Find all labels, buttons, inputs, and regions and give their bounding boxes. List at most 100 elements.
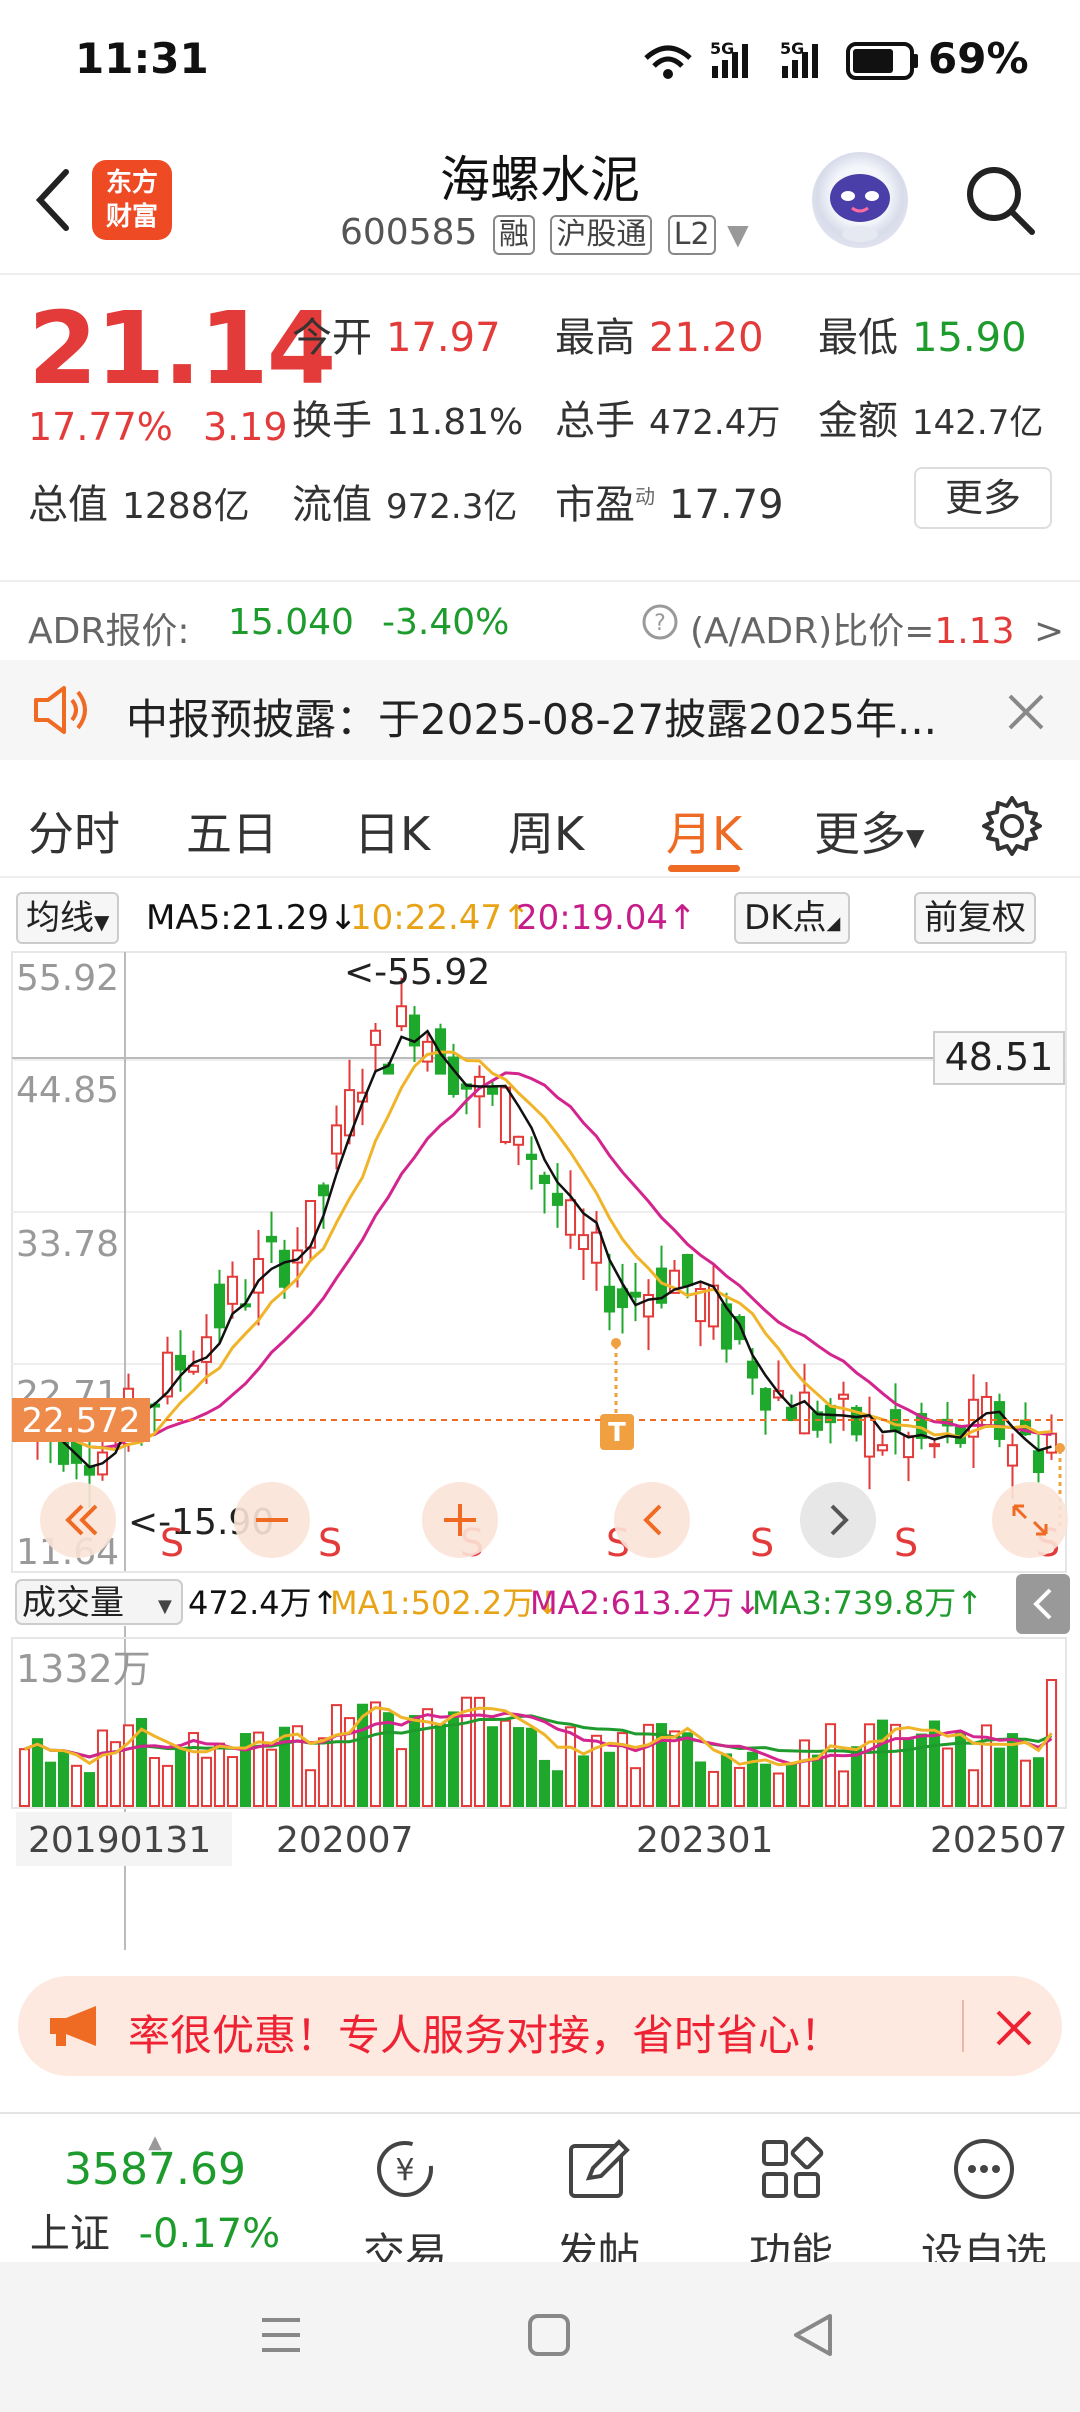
scroll-left-fast-button[interactable] bbox=[40, 1482, 116, 1558]
volume-max-label: 1332万 bbox=[16, 1647, 151, 1691]
settings-gear-icon[interactable] bbox=[980, 794, 1044, 858]
volume-bar bbox=[720, 1753, 733, 1808]
promo-close-icon[interactable] bbox=[994, 2008, 1034, 2048]
adr-ratio-label: (A/ADR)比价= bbox=[690, 611, 935, 652]
high-value: 21.20 bbox=[649, 315, 764, 361]
volume-bar bbox=[395, 1748, 408, 1807]
y-tick: 33.78 bbox=[16, 1224, 119, 1265]
volume-bar bbox=[629, 1767, 642, 1808]
kline-chart[interactable]: 48.51 55.92 44.85 33.78 22.71 11.64 22.5… bbox=[0, 950, 1080, 1960]
candle-body bbox=[928, 1443, 941, 1448]
stock-code: 600585 bbox=[340, 212, 478, 253]
sell-marker: S bbox=[894, 1521, 918, 1565]
volume-bar bbox=[1045, 1679, 1058, 1807]
dropdown-caret-icon: ▼ bbox=[727, 218, 749, 251]
crosshair-price: 48.51 bbox=[945, 1035, 1054, 1079]
home-icon[interactable] bbox=[526, 2312, 572, 2358]
index-widget[interactable]: ▲ 3587.69 上证 -0.17% bbox=[0, 2132, 310, 2259]
collapse-panel-button[interactable] bbox=[1016, 1574, 1070, 1634]
dk-point-button[interactable]: DK点◢ bbox=[734, 892, 851, 944]
svg-text:?: ? bbox=[654, 611, 666, 636]
candle-body bbox=[278, 1249, 291, 1288]
index-line: 上证 -0.17% bbox=[0, 2201, 310, 2259]
tag-connect: 沪股通 bbox=[550, 215, 653, 255]
robot-assistant-icon[interactable] bbox=[812, 152, 908, 248]
battery-percent: 69% bbox=[928, 34, 1029, 83]
tab-weekly-k[interactable]: 周K bbox=[508, 798, 584, 864]
ma-indicator-select[interactable]: 均线▼ bbox=[16, 892, 120, 944]
adr-price: 15.040 bbox=[228, 602, 354, 643]
post-button[interactable]: 发帖 bbox=[513, 2134, 683, 2281]
functions-button[interactable]: 功能 bbox=[706, 2134, 876, 2281]
trade-button[interactable]: ¥ 交易 bbox=[320, 2134, 490, 2281]
candle-body bbox=[577, 1234, 590, 1251]
ma20-line bbox=[24, 1071, 1052, 1450]
end-marker-dot bbox=[1055, 1443, 1065, 1453]
volume-bar bbox=[382, 1712, 395, 1808]
back-nav-icon[interactable] bbox=[790, 2312, 836, 2358]
ma-row: 均线▼ MA5:21.29↓ 10:22.47↑ 20:19.04↑ DK点◢ … bbox=[0, 888, 1080, 948]
candle-body bbox=[226, 1275, 239, 1305]
zoom-out-button[interactable] bbox=[234, 1482, 310, 1558]
more-stats-button[interactable]: 更多 bbox=[914, 467, 1052, 529]
tab-more[interactable]: 更多▼ bbox=[814, 798, 924, 864]
volume-bar bbox=[96, 1729, 109, 1807]
promo-banner[interactable]: 率很优惠！专人服务对接，省时省心！ bbox=[18, 1976, 1062, 2076]
tab-five-day[interactable]: 五日 bbox=[186, 798, 278, 864]
promo-text: 率很优惠！专人服务对接，省时省心！ bbox=[128, 2011, 843, 2060]
adr-row[interactable]: ADR报价: 15.040 -3.40% ? (A/ADR)比价=1.13 > bbox=[0, 580, 1080, 660]
volume-bar bbox=[941, 1747, 954, 1807]
grid-icon bbox=[762, 2136, 824, 2198]
ma10-text: 10:22.47 bbox=[350, 898, 503, 938]
scroll-right-button[interactable] bbox=[800, 1482, 876, 1558]
active-tab-underline bbox=[668, 865, 740, 872]
volume-bar bbox=[213, 1742, 226, 1807]
pe-label: 市盈 bbox=[555, 482, 635, 528]
volume-bar bbox=[317, 1737, 330, 1808]
add-watchlist-button[interactable]: 设自选 bbox=[899, 2134, 1069, 2281]
svg-text:¥: ¥ bbox=[395, 2153, 414, 2188]
x-tick: 202301 bbox=[636, 1820, 773, 1861]
zoom-in-button[interactable] bbox=[422, 1482, 498, 1558]
stock-code-row[interactable]: 600585 融 沪股通 L2 ▼ bbox=[340, 212, 749, 255]
low-stat: 最低 15.90 bbox=[818, 305, 1027, 363]
volume-value: 472.4万 bbox=[649, 403, 781, 443]
volume-bar bbox=[148, 1757, 161, 1808]
fullscreen-button[interactable] bbox=[992, 1482, 1068, 1558]
amount-stat: 金额 142.7亿 bbox=[818, 388, 1043, 446]
tab-intraday[interactable]: 分时 bbox=[28, 798, 120, 864]
tab-monthly-k[interactable]: 月K bbox=[666, 798, 742, 864]
volume-bar bbox=[83, 1772, 96, 1808]
volume-bar bbox=[889, 1723, 902, 1808]
ma-indicator-label: 均线 bbox=[26, 898, 94, 938]
candle-body bbox=[863, 1415, 876, 1458]
volume-bar bbox=[200, 1756, 213, 1807]
adjust-button[interactable]: 前复权 bbox=[914, 892, 1036, 944]
candle-body bbox=[1045, 1432, 1058, 1454]
help-icon[interactable]: ? bbox=[640, 602, 680, 642]
index-name: 上证 bbox=[29, 2211, 110, 2257]
search-icon[interactable] bbox=[960, 160, 1040, 240]
candle-body bbox=[629, 1291, 642, 1298]
index-change: -0.17% bbox=[138, 2211, 281, 2257]
tab-daily-k[interactable]: 日K bbox=[354, 798, 430, 864]
sell-marker: S bbox=[318, 1521, 342, 1565]
volume-bar bbox=[226, 1756, 239, 1808]
candle-body bbox=[785, 1406, 798, 1422]
turnover-stat: 换手 11.81% bbox=[292, 388, 523, 446]
volume-stat: 总手 472.4万 bbox=[555, 388, 780, 446]
volume-bar bbox=[187, 1732, 200, 1808]
scroll-left-button[interactable] bbox=[614, 1482, 690, 1558]
close-icon[interactable] bbox=[1006, 692, 1046, 732]
y-tick: 55.92 bbox=[16, 958, 119, 999]
open-value: 17.97 bbox=[386, 315, 501, 361]
svg-text:5G: 5G bbox=[780, 39, 804, 58]
ma20-value: 20:19.04↑ bbox=[516, 898, 697, 938]
volume-bar bbox=[174, 1749, 187, 1808]
ma10-line bbox=[24, 1050, 1052, 1452]
recents-icon[interactable] bbox=[258, 2312, 304, 2358]
notice-banner[interactable]: 中报预披露：于2025-08-27披露2025年... bbox=[0, 660, 1080, 760]
adr-ratio: (A/ADR)比价=1.13 > bbox=[690, 602, 1064, 654]
tag-level2: L2 bbox=[667, 215, 716, 255]
more-dots-icon bbox=[954, 2139, 1014, 2199]
